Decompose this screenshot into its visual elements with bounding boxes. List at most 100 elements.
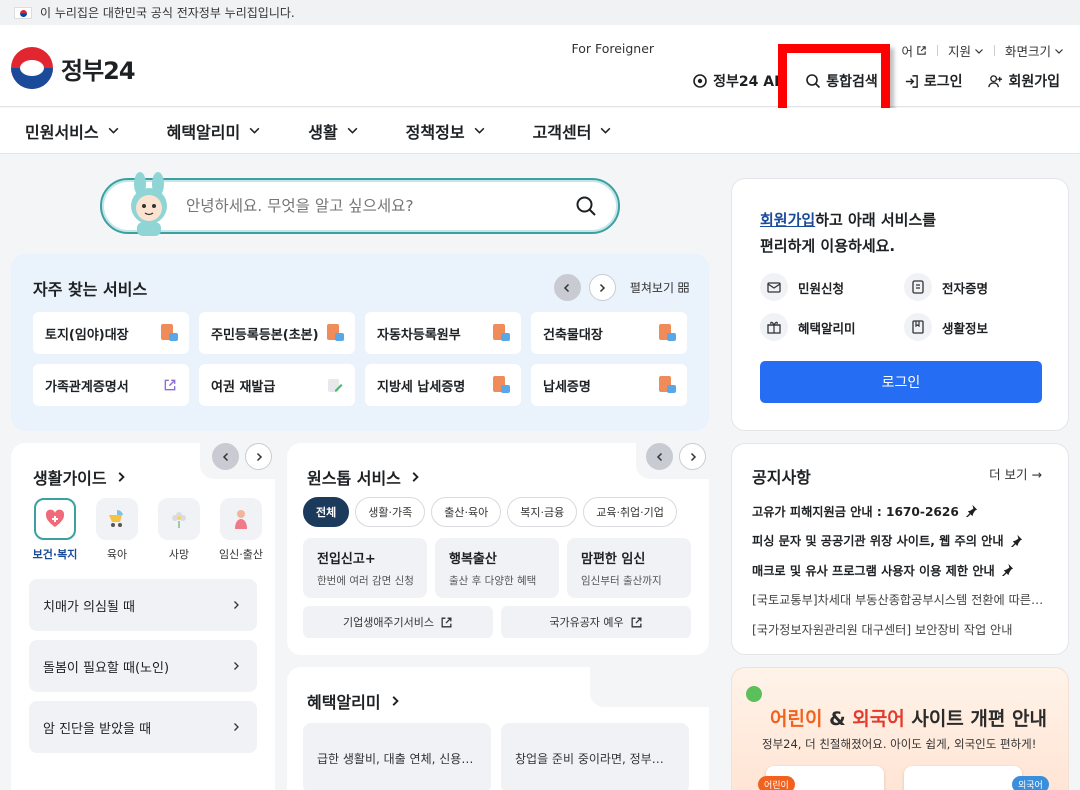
chevron-right-icon [600, 283, 606, 292]
support-menu[interactable]: 지원 [948, 41, 984, 60]
header-actions: 정부24 AI 통합검색 로그인 회원가입 [692, 71, 1060, 91]
mail-document-icon [760, 273, 788, 301]
gov-banner-text: 이 누리집은 대한민국 공식 전자정부 누리집입니다. [40, 6, 295, 20]
benefit-card[interactable]: 창업을 준비 중이라면, 정부… [501, 723, 689, 790]
nav-civil-service[interactable]: 민원서비스 [25, 119, 120, 143]
member-service-life-info[interactable]: 생활정보 [904, 313, 1048, 341]
service-card[interactable]: 건축물대장 [531, 312, 687, 354]
guide-list: 치매가 의심될 때 돌봄이 필요할 때(노인) 암 진단을 받았을 때 [29, 579, 257, 762]
list-item[interactable]: 암 진단을 받았을 때 [29, 701, 257, 753]
login-link[interactable]: 로그인 [904, 71, 962, 91]
notice-item[interactable]: 매크로 및 유사 프로그램 사용자 이용 제한 안내 [752, 555, 1052, 585]
header: 정부24 For Foreigner 어 지원 화면크기 정부24 AI 통합검… [0, 25, 1080, 107]
list-item[interactable]: 돌봄이 필요할 때(노인) [29, 640, 257, 692]
service-card[interactable]: 가족관계증명서 [33, 364, 189, 406]
onestop-prev-button[interactable] [646, 443, 673, 470]
benefit-card[interactable]: 급한 생활비, 대출 연체, 신용… [303, 723, 491, 790]
korea-flag-icon [14, 6, 32, 19]
chevron-right-icon [234, 723, 239, 731]
onestop-card[interactable]: 맘편한 임신 임신부터 출산까지 [567, 538, 691, 598]
service-card[interactable]: 주민등록등본(초본) [199, 312, 355, 354]
category-childcare[interactable]: 육아 [93, 498, 141, 562]
chevron-right-icon [412, 472, 419, 482]
notice-more-link[interactable]: 더 보기 → [989, 464, 1042, 483]
chip-welfare-finance[interactable]: 복지·금융 [507, 497, 578, 527]
stroller-icon [96, 498, 138, 540]
member-service-civil-apply[interactable]: 민원신청 [760, 273, 904, 301]
prev-button[interactable] [553, 274, 581, 301]
screen-size-menu[interactable]: 화면크기 [1005, 41, 1064, 60]
next-button[interactable] [588, 274, 616, 301]
promo-screenshot-image [904, 766, 1022, 790]
onestop-next-button[interactable] [679, 443, 706, 470]
service-card[interactable]: 토지(임야)대장 [33, 312, 189, 354]
panel-notch [590, 667, 716, 707]
veterans-honor-link[interactable]: 국가유공자 예우 [501, 606, 691, 638]
service-card[interactable]: 납세증명 [531, 364, 687, 406]
notice-item[interactable]: [국가정보자원관리원 대구센터] 보안장비 작업 안내 [752, 614, 1052, 644]
business-lifecycle-link[interactable]: 기업생애주기서비스 [303, 606, 493, 638]
search-submit-button[interactable] [566, 186, 606, 226]
member-service-e-certificate[interactable]: 전자증명 [904, 273, 1048, 301]
promo-badge-foreign: 외국어 [1012, 776, 1049, 790]
promo-banner[interactable]: 어린이 & 외국어 사이트 개편 안내 정부24, 더 친절해졌어요. 아이도 … [731, 667, 1069, 790]
chip-life-family[interactable]: 생활·가족 [355, 497, 426, 527]
chip-birth-childcare[interactable]: 출산·육아 [431, 497, 502, 527]
benefit-alert-title[interactable]: 혜택알리미 [307, 689, 401, 713]
list-item[interactable]: 치매가 의심될 때 [29, 579, 257, 631]
clover-icon [746, 686, 762, 702]
chip-education-job-business[interactable]: 교육·취업·기업 [583, 497, 677, 527]
onestop-card[interactable]: 행복출산 출산 후 다양한 혜택 [435, 538, 559, 598]
service-card[interactable]: 자동차등록원부 [365, 312, 521, 354]
nav-life[interactable]: 생활 [308, 119, 358, 143]
notice-item[interactable]: [국토교통부]차세대 부동산종합공부시스템 전환에 따른… [752, 585, 1052, 615]
chevron-right-icon [392, 696, 399, 706]
frequent-services-title: 자주 찾는 서비스 [33, 280, 148, 299]
category-pregnancy[interactable]: 임신·출산 [217, 498, 265, 562]
utility-menu: For Foreigner 어 지원 화면크기 [571, 41, 1064, 60]
document-icon [659, 324, 676, 342]
search-icon [806, 74, 821, 89]
chevron-down-icon [474, 127, 484, 134]
signup-inline-link[interactable]: 회원가입 [760, 211, 815, 229]
member-service-benefit-alert[interactable]: 혜택알리미 [760, 313, 904, 341]
nav-benefit-alert[interactable]: 혜택알리미 [167, 119, 262, 143]
guide-prev-button[interactable] [212, 443, 239, 470]
logo[interactable]: 정부24 [11, 47, 136, 89]
chevron-right-icon [234, 662, 239, 670]
category-death[interactable]: 사망 [155, 498, 203, 562]
arrow-right-icon: → [1027, 467, 1042, 482]
ai-sparkle-icon [693, 74, 707, 88]
notice-item[interactable]: 고유가 피해지원금 안내 : 1670-2626 [752, 496, 1052, 526]
for-foreigner-link[interactable]: For Foreigner [571, 41, 654, 56]
notice-item[interactable]: 피싱 문자 및 공공기관 위장 사이트, 웹 주의 안내 [752, 526, 1052, 556]
certificate-icon [904, 273, 932, 301]
nav-policy-info[interactable]: 정책정보 [406, 119, 486, 143]
member-message: 회원가입하고 아래 서비스를 편리하게 이용하세요. [760, 211, 937, 255]
service-card[interactable]: 여권 재발급 [199, 364, 355, 406]
life-guide-title[interactable]: 생활가이드 [33, 465, 127, 489]
guide-next-button[interactable] [245, 443, 272, 470]
integrated-search-button[interactable]: 통합검색 [805, 71, 878, 91]
chip-all[interactable]: 전체 [303, 497, 350, 527]
service-card[interactable]: 지방세 납세증명 [365, 364, 521, 406]
heart-medical-icon [34, 498, 76, 540]
search-input[interactable] [186, 197, 566, 215]
external-link-icon [631, 617, 642, 627]
login-button[interactable]: 로그인 [760, 361, 1042, 403]
onestop-card[interactable]: 전입신고+ 한번에 여러 감면 신청 [303, 538, 427, 598]
chevron-down-icon [601, 127, 611, 134]
chevron-down-icon [975, 48, 983, 54]
promo-badge-kids: 어린이 [758, 776, 795, 790]
gift-icon [760, 313, 788, 341]
language-link[interactable]: 어 [901, 41, 927, 60]
category-health-welfare[interactable]: 보건·복지 [31, 498, 79, 562]
onestop-title[interactable]: 원스톱 서비스 [307, 465, 421, 489]
edit-document-icon [328, 379, 343, 392]
nav-customer-center[interactable]: 고객센터 [533, 119, 613, 143]
signup-link[interactable]: 회원가입 [988, 71, 1060, 91]
chevron-right-icon [690, 452, 696, 461]
ai-button[interactable]: 정부24 AI [692, 71, 779, 91]
expand-all-button[interactable]: 펼쳐보기 [630, 279, 689, 296]
member-panel: 회원가입하고 아래 서비스를 편리하게 이용하세요. 민원신청 전자증명 혜택알… [731, 178, 1069, 431]
